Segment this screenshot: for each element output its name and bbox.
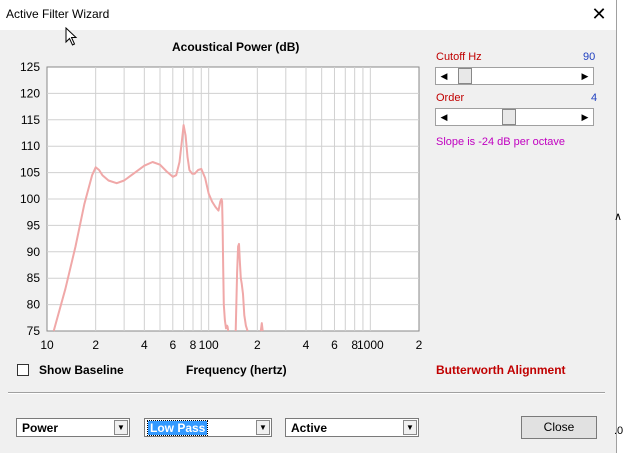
x-tick-label: 10 — [40, 338, 54, 352]
y-tick-label: 115 — [21, 113, 40, 127]
show-baseline-label: Show Baseline — [39, 363, 124, 377]
y-tick-label: 85 — [27, 271, 41, 285]
mode-select[interactable]: Power ▼ — [16, 418, 130, 437]
x-axis-label: Frequency (hertz) — [186, 363, 287, 377]
show-baseline-checkbox[interactable]: Show Baseline — [17, 363, 124, 377]
order-slider[interactable]: ◀ ▶ — [435, 108, 594, 126]
separator — [8, 392, 605, 394]
y-tick-label: 105 — [20, 166, 40, 180]
cutoff-slider[interactable]: ◀ ▶ — [435, 67, 594, 85]
series-line-3 — [259, 322, 264, 332]
order-left-arrow-icon[interactable]: ◀ — [436, 109, 452, 125]
y-tick-label: 100 — [20, 192, 40, 206]
filter-kind-select[interactable]: Active ▼ — [285, 418, 419, 437]
background-text-glyph: .0 — [614, 425, 624, 437]
y-tick-label: 90 — [27, 245, 41, 259]
x-tick-label: 2 — [254, 338, 261, 352]
y-tick-label: 95 — [27, 218, 41, 232]
filter-type-select[interactable]: Low Pass ▼ — [144, 418, 272, 437]
x-tick-label: 6 — [169, 338, 176, 352]
window-title: Active Filter Wizard — [6, 7, 110, 21]
cutoff-label: Cutoff Hz — [436, 51, 482, 63]
cutoff-value: 90 — [583, 51, 596, 63]
mode-select-value: Power — [22, 421, 59, 435]
close-button[interactable]: Close — [521, 416, 597, 439]
y-tick-label: 80 — [27, 298, 41, 312]
background-curve-glyph: ∧ — [614, 211, 623, 223]
x-tick-label: 4 — [303, 338, 310, 352]
chart-title: Acoustical Power (dB) — [172, 40, 300, 54]
x-tick-label: 1000 — [357, 338, 384, 352]
chevron-down-icon[interactable]: ▼ — [256, 420, 270, 435]
cutoff-right-arrow-icon[interactable]: ▶ — [577, 68, 593, 84]
order-label: Order — [436, 92, 465, 104]
order-right-arrow-icon[interactable]: ▶ — [577, 109, 593, 125]
x-tick-label: 2 — [92, 338, 99, 352]
filter-type-select-value: Low Pass — [146, 420, 209, 436]
alignment-label: Butterworth Alignment — [436, 363, 566, 377]
title-bar: Active Filter Wizard ✕ — [0, 0, 616, 30]
background-window-edge — [616, 0, 625, 453]
x-tick-label: 6 — [331, 338, 338, 352]
checkbox-box[interactable] — [17, 364, 29, 376]
order-slider-thumb[interactable] — [501, 109, 516, 125]
x-tick-label: 8 — [190, 338, 197, 352]
chevron-down-icon[interactable]: ▼ — [403, 420, 417, 435]
y-tick-label: 75 — [27, 324, 41, 338]
x-tick-label: 2 — [416, 338, 423, 352]
y-tick-label: 125 — [20, 60, 40, 74]
cutoff-slider-thumb[interactable] — [457, 68, 472, 84]
y-tick-label: 110 — [21, 139, 40, 153]
order-value: 4 — [591, 92, 598, 104]
x-tick-label: 100 — [199, 338, 219, 352]
y-tick-label: 120 — [20, 86, 40, 100]
chevron-down-icon[interactable]: ▼ — [114, 420, 128, 435]
slope-text: Slope is -24 dB per octave — [436, 136, 566, 148]
cutoff-left-arrow-icon[interactable]: ◀ — [436, 68, 452, 84]
close-icon[interactable]: ✕ — [588, 3, 610, 25]
filter-kind-select-value: Active — [291, 421, 328, 435]
acoustical-power-chart: 758085909510010511011512012510 2 4 6 8 100 2 4 6… — [20, 60, 423, 352]
x-tick-label: 4 — [141, 338, 148, 352]
mouse-cursor-icon — [65, 27, 78, 46]
